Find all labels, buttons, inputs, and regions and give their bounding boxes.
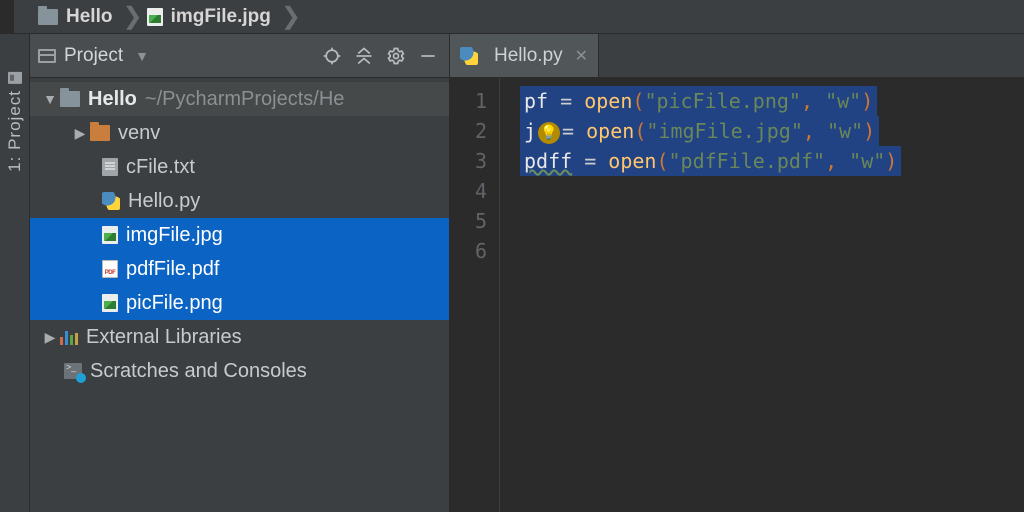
- tool-window-icon: [8, 72, 22, 84]
- tree-item-label: cFile.txt: [126, 156, 195, 179]
- tree-item-cfile[interactable]: cFile.txt: [30, 150, 449, 184]
- tree-external-libraries[interactable]: ▶ External Libraries: [30, 320, 449, 354]
- folder-icon: [90, 125, 110, 141]
- collapse-all-button[interactable]: [351, 43, 377, 69]
- project-tool-tab[interactable]: 1: Project: [5, 64, 25, 180]
- line-number: 6: [450, 236, 487, 266]
- text-file-icon: [102, 158, 118, 176]
- dropdown-icon: ▼: [135, 48, 149, 64]
- editor-tabs: Hello.py ✕: [450, 34, 1024, 78]
- tree-item-label: Scratches and Consoles: [90, 360, 307, 383]
- breadcrumb-root-label: Hello: [66, 6, 112, 28]
- tree-scratches[interactable]: Scratches and Consoles: [30, 354, 449, 388]
- code-line: j💡= open("imgFile.jpg", "w"): [520, 116, 879, 146]
- code-area[interactable]: 1 2 3 4 5 6 pf = open("picFile.png", "w"…: [450, 78, 1024, 512]
- tree-item-picfile[interactable]: picFile.png: [30, 286, 449, 320]
- folder-icon: [38, 9, 58, 25]
- code-line: pdff = open("pdfFile.pdf", "w"): [520, 146, 901, 176]
- gutter: 1 2 3 4 5 6: [450, 78, 500, 512]
- tree-item-label: pdfFile.pdf: [126, 258, 219, 281]
- locate-button[interactable]: [319, 43, 345, 69]
- breadcrumb-file[interactable]: imgFile.jpg: [143, 0, 281, 33]
- project-tree: ▼ Hello ~/PycharmProjects/He ▶ venv cFil…: [30, 78, 449, 512]
- code-line: pf = open("picFile.png", "w"): [520, 86, 877, 116]
- tree-item-label: venv: [118, 122, 160, 145]
- breadcrumb-root[interactable]: Hello: [34, 0, 122, 33]
- tree-item-imgfile[interactable]: imgFile.jpg: [30, 218, 449, 252]
- line-number: 3: [450, 146, 487, 176]
- tree-item-venv[interactable]: ▶ venv: [30, 116, 449, 150]
- libraries-icon: [60, 329, 78, 345]
- expand-icon[interactable]: ▼: [40, 91, 60, 107]
- line-number: 1: [450, 86, 487, 116]
- breadcrumb: Hello ❯ imgFile.jpg ❯: [14, 0, 1024, 34]
- image-file-icon: [102, 226, 118, 244]
- project-panel-title[interactable]: Project ▼: [38, 45, 149, 67]
- intention-bulb-icon[interactable]: 💡: [538, 122, 560, 144]
- hide-panel-button[interactable]: [415, 43, 441, 69]
- expand-icon[interactable]: ▶: [40, 329, 60, 346]
- close-icon[interactable]: ✕: [571, 46, 588, 66]
- python-file-icon: [460, 47, 478, 65]
- rail-tab-label: 1: Project: [5, 90, 25, 172]
- line-number: 4: [450, 176, 487, 206]
- panel-title-label: Project: [64, 45, 123, 67]
- breadcrumb-file-label: imgFile.jpg: [171, 6, 271, 28]
- chevron-right-icon: ❯: [281, 2, 301, 31]
- tree-item-pdffile[interactable]: pdfFile.pdf: [30, 252, 449, 286]
- tree-root-path: ~/PycharmProjects/He: [145, 88, 345, 111]
- line-number: 5: [450, 206, 487, 236]
- editor-tab-label: Hello.py: [494, 45, 563, 67]
- scratches-icon: [64, 363, 82, 379]
- tree-item-label: Hello.py: [128, 190, 200, 213]
- tree-item-hello-py[interactable]: Hello.py: [30, 184, 449, 218]
- tree-root-name: Hello: [88, 88, 137, 111]
- python-file-icon: [102, 192, 120, 210]
- project-panel-header: Project ▼: [30, 34, 449, 78]
- pdf-file-icon: [102, 260, 118, 278]
- chevron-right-icon: ❯: [122, 2, 142, 31]
- project-view-icon: [38, 49, 56, 63]
- tool-window-rail: 1: Project: [0, 34, 30, 512]
- tree-root[interactable]: ▼ Hello ~/PycharmProjects/He: [30, 82, 449, 116]
- tree-item-label: picFile.png: [126, 292, 223, 315]
- tree-item-label: External Libraries: [86, 326, 242, 349]
- line-number: 2: [450, 116, 487, 146]
- expand-icon[interactable]: ▶: [70, 125, 90, 142]
- tree-item-label: imgFile.jpg: [126, 224, 223, 247]
- settings-button[interactable]: [383, 43, 409, 69]
- editor-tab-hello[interactable]: Hello.py ✕: [450, 34, 599, 77]
- image-file-icon: [102, 294, 118, 312]
- image-file-icon: [147, 8, 163, 26]
- project-panel: Project ▼ ▼ Hello ~/PycharmProjects: [30, 34, 450, 512]
- code-content[interactable]: pf = open("picFile.png", "w") j💡= open("…: [500, 78, 1024, 512]
- folder-icon: [60, 91, 80, 107]
- editor: Hello.py ✕ 1 2 3 4 5 6 pf = open("picFil…: [450, 34, 1024, 512]
